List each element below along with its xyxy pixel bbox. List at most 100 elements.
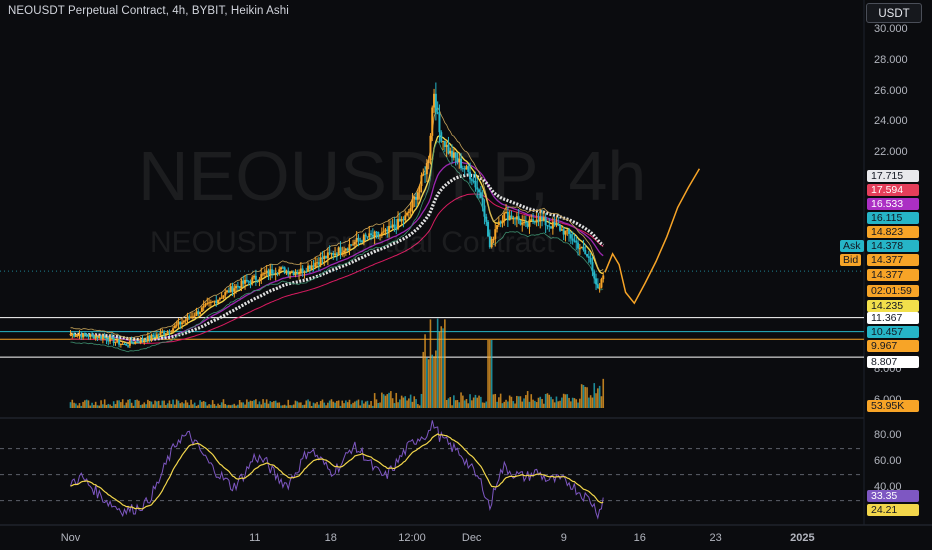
volume-bar [179, 403, 182, 408]
candle-body [283, 267, 286, 274]
volume-bar [80, 405, 83, 408]
volume-bar [505, 399, 507, 408]
candle-body [141, 338, 144, 341]
volume-bar [213, 404, 216, 408]
volume-bar [436, 318, 439, 408]
volume-bar [462, 395, 464, 408]
candle-body [224, 292, 227, 296]
volume-bar [256, 404, 259, 408]
candle-body [146, 335, 149, 342]
volume-bar [375, 399, 378, 408]
volume-bar [381, 392, 383, 408]
volume-bar [78, 403, 81, 408]
volume-bar [184, 400, 187, 408]
volume-bar [71, 399, 74, 408]
time-tick-label: Nov [60, 532, 81, 544]
volume-bar [528, 401, 531, 408]
volume-bar [211, 400, 214, 408]
volume-bar [197, 404, 200, 408]
chart-canvas[interactable] [0, 0, 932, 550]
volume-bar [132, 405, 135, 408]
volume-bar [532, 399, 534, 408]
volume-bar [366, 400, 369, 408]
candle-body [298, 273, 301, 275]
candle-body [143, 340, 146, 342]
candle-body [208, 302, 211, 304]
candle-body [199, 311, 202, 314]
candle-body [584, 249, 587, 254]
volume-bar [530, 394, 533, 408]
volume-bar [170, 404, 173, 408]
candle-body [179, 321, 182, 325]
candle-body [89, 334, 92, 338]
candle-body [121, 343, 124, 345]
candle-body [188, 316, 191, 318]
volume-bar [289, 405, 291, 408]
candle-body [134, 341, 137, 344]
candle-body [254, 275, 257, 280]
candle-body [290, 271, 293, 273]
volume-bar [472, 397, 475, 408]
candle-body [289, 272, 292, 275]
candle-body [163, 332, 166, 335]
volume-bar [152, 404, 155, 408]
candle-body [218, 298, 221, 300]
volume-bar [204, 401, 207, 408]
candle-body [233, 288, 236, 292]
volume-bar [175, 399, 178, 408]
candle-body [564, 230, 567, 235]
price-tick-label: 22.000 [874, 146, 908, 159]
candle-body [172, 328, 175, 332]
volume-bar [514, 403, 516, 408]
volume-bar [276, 402, 279, 408]
candle-body [217, 299, 220, 303]
volume-bar [174, 404, 176, 408]
candle-body [236, 285, 239, 287]
volume-bar [253, 400, 255, 408]
candle-body [485, 216, 488, 222]
volume-bar [339, 405, 342, 408]
volume-bar [557, 401, 560, 408]
price-tag: 14.377 [867, 254, 919, 266]
volume-bar [328, 400, 331, 408]
candle-body [515, 216, 518, 220]
volume-bar [451, 405, 453, 408]
time-tick-label: 2025 [790, 532, 815, 544]
candle-body [82, 333, 85, 338]
volume-bar [400, 395, 403, 408]
volume-bar [219, 404, 221, 408]
candle-body [170, 331, 173, 333]
volume-bar [345, 400, 347, 408]
volume-bar [291, 405, 293, 408]
candle-body [578, 248, 581, 250]
candle-body [280, 267, 283, 270]
volume-bar [571, 397, 574, 408]
currency-button[interactable]: USDT [866, 3, 922, 23]
volume-bar [454, 400, 457, 408]
volume-bar [163, 400, 165, 408]
volume-bar [305, 400, 308, 408]
candle-body [281, 267, 284, 269]
volume-bar [508, 395, 511, 408]
volume-bar [190, 399, 192, 408]
candle-body [600, 279, 603, 288]
candle-body [184, 320, 187, 322]
candle-body [312, 265, 315, 267]
volume-bar [188, 405, 191, 408]
volume-bar [397, 402, 399, 408]
candle-body [76, 335, 79, 337]
candle-body [305, 271, 308, 273]
volume-bar [418, 405, 421, 408]
volume-bar [359, 405, 362, 408]
volume-bar [116, 400, 119, 408]
candle-body [197, 311, 200, 314]
candle-body [125, 343, 128, 346]
volume-bar [327, 402, 329, 408]
volume-bar [147, 399, 149, 408]
candle-body [177, 321, 180, 325]
volume-bar [395, 392, 398, 408]
time-tick-label: 12:00 [398, 532, 426, 544]
candle-body [303, 271, 306, 273]
volume-bar [449, 397, 452, 408]
volume-bar [409, 394, 412, 408]
